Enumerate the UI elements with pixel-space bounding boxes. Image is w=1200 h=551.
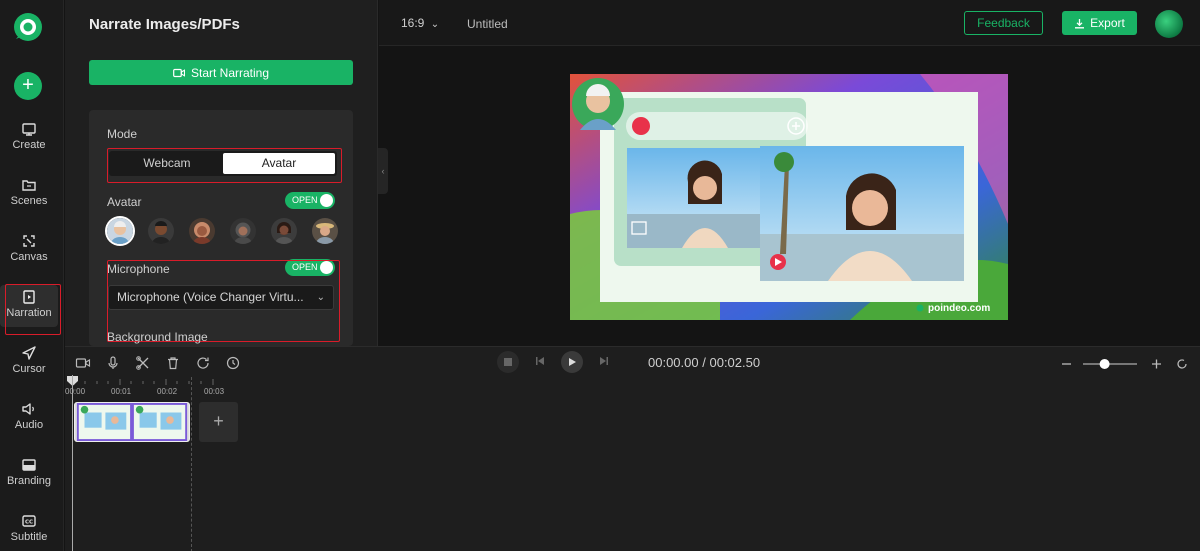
next-button[interactable] bbox=[599, 353, 609, 371]
mode-label: Mode bbox=[107, 127, 138, 141]
app-root: + Create Scenes Canvas Narration Cursor … bbox=[0, 0, 1200, 551]
time-separator: / bbox=[702, 355, 706, 370]
highlight-narration bbox=[5, 284, 61, 335]
total-time: 00:02.50 bbox=[709, 355, 761, 370]
tick-label: 00:02 bbox=[157, 387, 178, 396]
sidebar-item-label: Canvas bbox=[10, 251, 48, 263]
highlight-mode bbox=[107, 148, 342, 183]
camera-icon[interactable] bbox=[75, 355, 91, 371]
play-button[interactable] bbox=[561, 351, 583, 373]
aspect-ratio-value: 16:9 bbox=[401, 16, 425, 30]
sidebar-item-canvas[interactable]: Canvas bbox=[0, 229, 58, 271]
zoom-slider-handle[interactable] bbox=[1099, 359, 1110, 369]
branding-icon bbox=[22, 459, 36, 471]
avatar-option-woman-dark[interactable] bbox=[271, 218, 297, 244]
sidebar-item-label: Audio bbox=[14, 419, 44, 431]
skip-back-icon bbox=[536, 357, 544, 365]
avatar-option-woman-hat[interactable] bbox=[312, 218, 338, 244]
sidebar-item-create[interactable]: Create bbox=[0, 117, 58, 159]
avatar-option-elder-man[interactable] bbox=[107, 218, 133, 244]
stop-icon bbox=[504, 358, 512, 366]
project-title[interactable]: Untitled bbox=[467, 17, 508, 31]
microphone-icon[interactable] bbox=[105, 355, 121, 371]
aspect-ratio-select[interactable]: 16:9 ⌄ bbox=[401, 16, 439, 30]
zoom-in-icon[interactable] bbox=[1152, 359, 1161, 369]
background-image-label: Background Image bbox=[107, 330, 208, 344]
time-display: 00:00.00 / 00:02.50 bbox=[648, 355, 760, 370]
sidebar-item-label: Create bbox=[12, 139, 46, 151]
avatar[interactable] bbox=[1155, 10, 1183, 38]
sidebar-item-label: Scenes bbox=[10, 195, 48, 207]
panel-title: Narrate Images/PDFs bbox=[89, 16, 240, 33]
sidebar-item-label: Branding bbox=[6, 475, 52, 487]
tick-label: 00:01 bbox=[111, 387, 132, 396]
avatar-option-woman-hijab[interactable] bbox=[230, 218, 256, 244]
add-clip-button[interactable]: + bbox=[199, 402, 238, 442]
sidebar-item-branding[interactable]: Branding bbox=[0, 453, 58, 495]
clock-icon[interactable] bbox=[225, 355, 241, 371]
canvas-icon bbox=[23, 235, 35, 247]
settings-card: Mode Webcam Avatar Avatar OPEN Microphon… bbox=[89, 110, 353, 346]
sidebar-item-scenes[interactable]: Scenes bbox=[0, 173, 58, 215]
tick-label: 00:00 bbox=[65, 387, 86, 396]
add-button[interactable]: + bbox=[14, 72, 42, 100]
left-rail: + Create Scenes Canvas Narration Cursor … bbox=[0, 0, 64, 551]
play-icon bbox=[569, 358, 576, 366]
sidebar-item-label: Cursor bbox=[12, 363, 46, 375]
timeline-ruler: 00:00 00:01 00:02 00:03 bbox=[65, 377, 1200, 399]
canvas-preview[interactable]: poindeo.com bbox=[570, 74, 1008, 320]
cursor-icon bbox=[22, 346, 36, 360]
current-time: 00:00.00 bbox=[648, 355, 699, 370]
sidebar-item-audio[interactable]: Audio bbox=[0, 397, 58, 439]
chevron-down-icon: ⌄ bbox=[430, 19, 440, 30]
avatar-option-man-dark[interactable] bbox=[148, 218, 174, 244]
timeline-clip[interactable] bbox=[74, 402, 190, 442]
stop-button[interactable] bbox=[497, 351, 519, 373]
zoom-control bbox=[1062, 359, 1187, 369]
svg-text:CC: CC bbox=[25, 520, 33, 526]
narration-panel: Narrate Images/PDFs Start Narrating Mode… bbox=[65, 0, 378, 346]
export-label: Export bbox=[1090, 16, 1125, 30]
sidebar-item-subtitle[interactable]: CC Subtitle bbox=[0, 509, 58, 551]
playhead[interactable] bbox=[72, 375, 73, 551]
avatar-option-woman-curly[interactable] bbox=[189, 218, 215, 244]
download-icon bbox=[1075, 18, 1085, 28]
end-marker bbox=[191, 377, 192, 551]
delete-icon[interactable] bbox=[165, 355, 181, 371]
fit-icon[interactable] bbox=[1177, 359, 1187, 369]
sidebar-item-cursor[interactable]: Cursor bbox=[0, 341, 58, 383]
app-logo-icon[interactable] bbox=[12, 11, 44, 43]
speaker-icon bbox=[22, 403, 34, 415]
tick-label: 00:03 bbox=[204, 387, 225, 396]
subtitle-icon: CC bbox=[22, 515, 36, 527]
collapse-panel-handle[interactable]: ‹ bbox=[378, 148, 388, 194]
timeline-toolbar bbox=[75, 355, 241, 371]
previous-button[interactable] bbox=[535, 353, 545, 371]
refresh-icon[interactable] bbox=[195, 355, 211, 371]
timeline: 00:00.00 / 00:02.50 00:00 00:01 00:02 00… bbox=[65, 346, 1200, 551]
preview-watermark: poindeo.com bbox=[928, 303, 990, 314]
avatar-list bbox=[107, 218, 338, 244]
create-icon bbox=[22, 123, 36, 136]
start-narrating-button[interactable]: Start Narrating bbox=[89, 60, 353, 85]
split-icon[interactable] bbox=[135, 355, 151, 371]
video-icon bbox=[173, 68, 185, 77]
avatar-toggle[interactable]: OPEN bbox=[285, 192, 335, 209]
feedback-button[interactable]: Feedback bbox=[964, 11, 1043, 35]
avatar-label: Avatar bbox=[107, 195, 142, 209]
export-button[interactable]: Export bbox=[1062, 11, 1137, 35]
skip-forward-icon bbox=[600, 357, 608, 365]
start-narrating-label: Start Narrating bbox=[190, 65, 270, 80]
playback-controls bbox=[497, 351, 609, 373]
sidebar-item-label: Subtitle bbox=[10, 531, 48, 543]
folder-icon bbox=[22, 180, 36, 191]
top-bar: 16:9 ⌄ Untitled Feedback Export bbox=[379, 0, 1200, 46]
